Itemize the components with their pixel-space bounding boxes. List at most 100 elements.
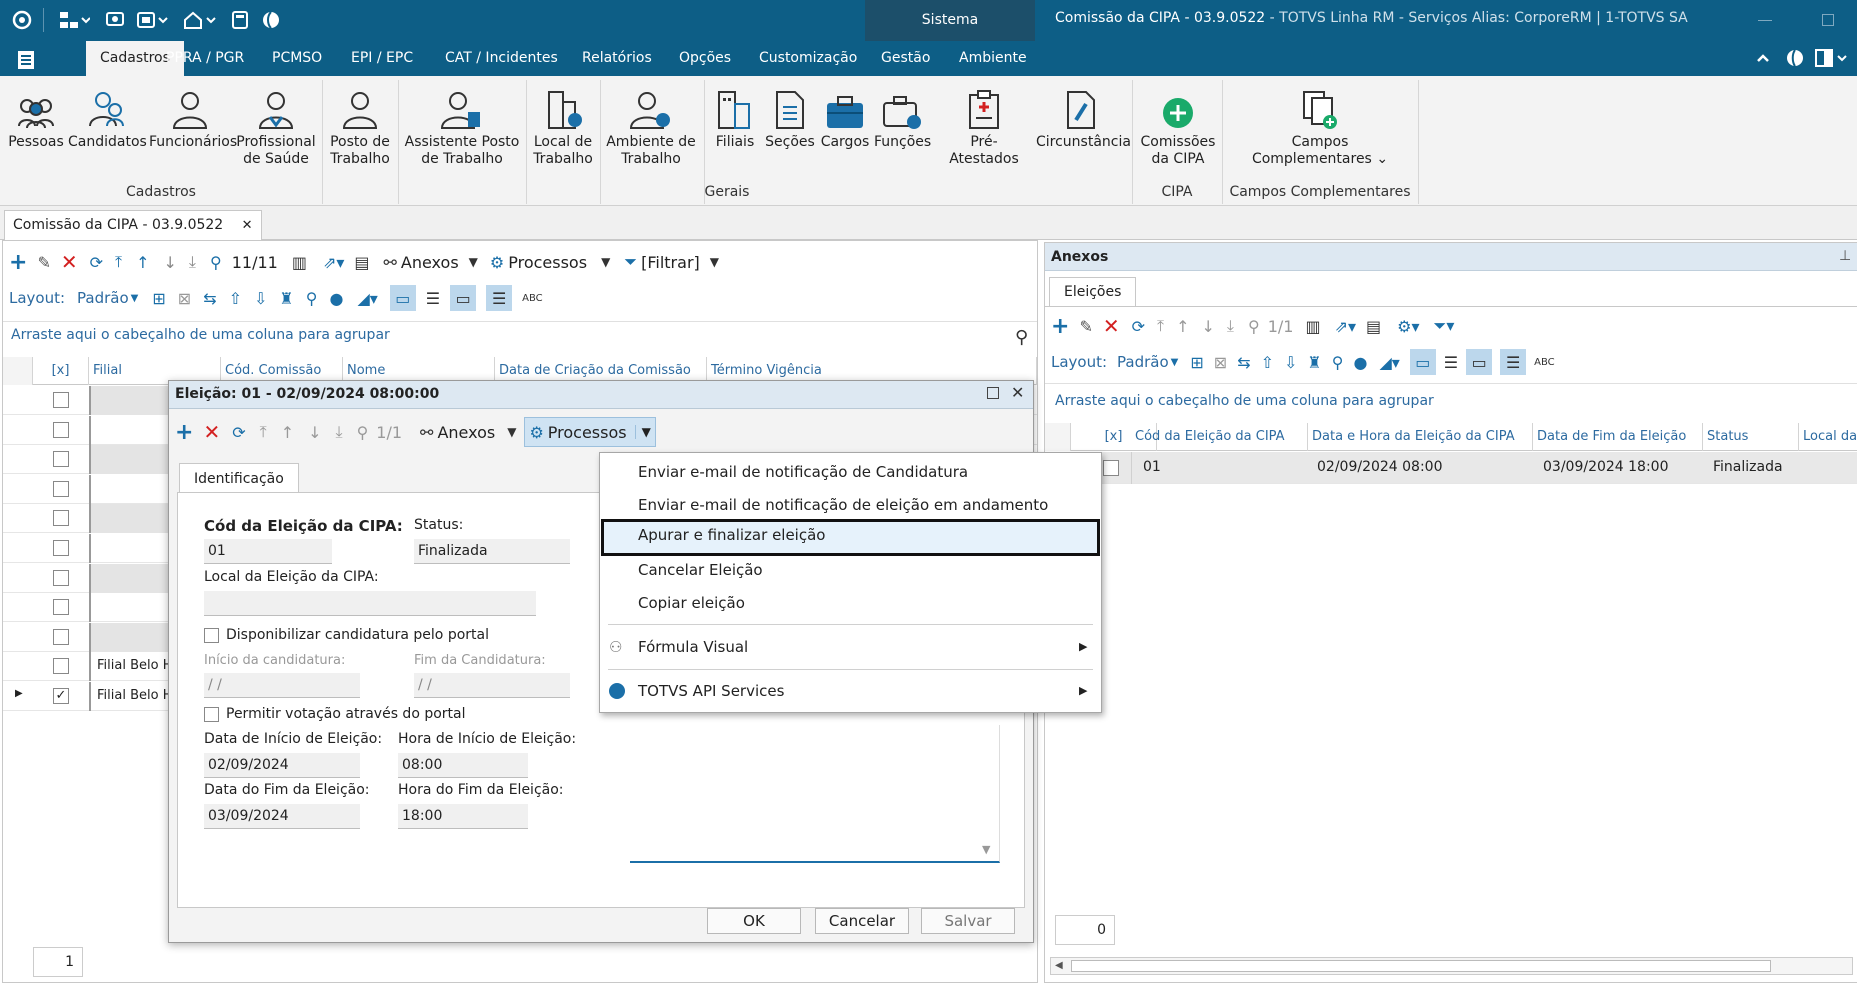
col-select[interactable]: [x] xyxy=(33,357,89,385)
view-detail-icon[interactable]: ▭ xyxy=(389,285,416,311)
search-icon[interactable]: ⚲ xyxy=(210,249,222,275)
anexos-refresh-icon[interactable]: ⟳ xyxy=(1132,313,1145,339)
notes-textarea[interactable]: ▼ xyxy=(630,725,1000,863)
ribbon-secoes-button[interactable]: Seções xyxy=(764,86,816,151)
gear-icon[interactable]: ⚙ xyxy=(490,249,504,275)
menu-item-formula-visual[interactable]: ⚇ Fórmula Visual ▶ xyxy=(601,631,1100,663)
ok-button[interactable]: OK xyxy=(707,908,801,934)
anexos-layout-dropdown-icon[interactable]: ▼ xyxy=(1171,349,1179,375)
ribbon-assistente-posto-button[interactable]: Assistente Posto de Trabalho xyxy=(404,86,520,168)
abc-icon[interactable]: ABC xyxy=(522,285,543,311)
dialog-refresh-icon[interactable]: ⟳ xyxy=(232,419,245,445)
close-tab-icon[interactable]: ✕ xyxy=(242,218,253,233)
row-checkbox[interactable]: ✓ xyxy=(53,688,69,704)
anexos-button[interactable]: Anexos xyxy=(401,253,459,272)
menu-item-enviar-andamento[interactable]: Enviar e-mail de notificação de eleição … xyxy=(601,489,1100,521)
row-checkbox[interactable] xyxy=(53,599,69,616)
ribbon-filiais-button[interactable]: Filiais xyxy=(710,86,760,151)
fim-candidatura-field[interactable]: / / xyxy=(414,673,570,698)
disponibilizar-checkbox[interactable] xyxy=(204,628,219,647)
group-icon[interactable]: ⇆ xyxy=(203,285,216,311)
dialog-first-icon[interactable]: ⤒ xyxy=(260,419,267,445)
export-icon[interactable]: ⇗▾ xyxy=(323,249,344,275)
row-checkbox[interactable] xyxy=(53,451,69,468)
anexos-view-detail-icon[interactable]: ▭ xyxy=(1409,349,1436,375)
menu-item-totvs-api[interactable]: TOTVS API Services ▶ xyxy=(601,675,1100,707)
expand-all-icon[interactable]: ⊞ xyxy=(152,285,165,311)
dialog-processos-button[interactable]: ⚙ Processos ▼ xyxy=(524,417,656,447)
ribbon-pessoas-button[interactable]: Pessoas xyxy=(6,86,66,151)
chart-icon[interactable]: ◢▾ xyxy=(357,285,377,311)
paint-icon[interactable]: ♜ xyxy=(279,285,293,311)
tab-gestao[interactable]: Gestão xyxy=(881,41,930,76)
local-eleicao-field[interactable] xyxy=(204,591,536,616)
ribbon-pre-atestados-button[interactable]: Pré-Atestados xyxy=(936,86,1032,168)
row-checkbox[interactable] xyxy=(53,421,69,438)
dialog-processos-dropdown-icon[interactable]: ▼ xyxy=(634,425,651,439)
anexos-filter-icon[interactable]: ⏷▾ xyxy=(1434,313,1455,339)
ribbon-cargos-button[interactable]: Cargos xyxy=(818,86,872,151)
maximize-button[interactable] xyxy=(1822,14,1834,26)
globe-icon[interactable] xyxy=(261,10,281,30)
menu-item-copiar-eleicao[interactable]: Copiar eleição xyxy=(601,587,1100,619)
tab-identificacao[interactable]: Identificação xyxy=(179,463,299,493)
anexos-gear-icon[interactable]: ⚙▾ xyxy=(1397,313,1419,339)
anexos-col-status[interactable]: Status xyxy=(1703,423,1799,451)
permitir-votacao-checkbox[interactable] xyxy=(204,707,219,726)
row-checkbox[interactable] xyxy=(53,480,69,497)
calculator-icon[interactable] xyxy=(230,10,250,30)
dialog-prev-icon[interactable]: ↑ xyxy=(281,419,294,445)
processos-dropdown-icon[interactable]: ▼ xyxy=(601,249,610,275)
menu-item-cancelar-eleicao[interactable]: Cancelar Eleição xyxy=(601,554,1100,586)
ribbon-campos-complementares-button[interactable]: Campos Complementares ⌄ xyxy=(1250,86,1390,168)
ribbon-comissoes-cipa-button[interactable]: Comissões da CIPA xyxy=(1138,86,1218,168)
tab-ppra-pgr[interactable]: PPRA / PGR xyxy=(166,41,244,76)
add-icon[interactable]: + xyxy=(9,249,27,275)
ribbon-ambiente-trabalho-button[interactable]: Ambiente de Trabalho xyxy=(606,86,696,168)
paperclip-icon[interactable]: ⚯ xyxy=(384,249,397,275)
inicio-candidatura-field[interactable]: / / xyxy=(204,673,360,698)
tab-cat-incidentes[interactable]: CAT / Incidentes xyxy=(445,41,558,76)
row-checkbox[interactable] xyxy=(53,569,69,586)
next-record-icon[interactable]: ↓ xyxy=(164,249,177,275)
ribbon-local-trabalho-button[interactable]: Local de Trabalho xyxy=(532,86,594,168)
columns-view-icon[interactable]: ▥ xyxy=(292,249,307,275)
anexos-layout-select[interactable]: Padrão xyxy=(1117,353,1169,371)
home-icon[interactable] xyxy=(183,10,219,30)
hora-inicio-field[interactable]: 08:00 xyxy=(398,753,528,778)
report-icon[interactable]: ▤ xyxy=(354,249,369,275)
row-checkbox[interactable] xyxy=(53,392,69,408)
minimize-button[interactable] xyxy=(1758,20,1772,21)
grid-search-icon[interactable]: ⚲ xyxy=(1015,327,1028,348)
status-field[interactable]: Finalizada xyxy=(414,539,570,564)
anexos-view-split-icon[interactable]: ☰ xyxy=(1444,349,1458,375)
anexos-view-rows-icon[interactable]: ☰ xyxy=(1500,349,1527,375)
tab-pcmso[interactable]: PCMSO xyxy=(272,41,322,76)
data-fim-field[interactable]: 03/09/2024 xyxy=(204,804,360,829)
anexos-search-icon[interactable]: ⚲ xyxy=(1248,313,1260,339)
edit-icon[interactable]: ✎ xyxy=(37,249,50,275)
move-up-icon[interactable]: ⇧ xyxy=(229,285,242,311)
menu-item-enviar-candidatura[interactable]: Enviar e-mail de notificação de Candidat… xyxy=(601,456,1100,488)
dialog-delete-icon[interactable]: ✕ xyxy=(203,419,220,445)
anexos-col-local[interactable]: Local da xyxy=(1799,423,1857,451)
anexos-export-icon[interactable]: ⇗▾ xyxy=(1335,313,1356,339)
dialog-search-icon[interactable]: ⚲ xyxy=(357,419,369,445)
tab-ambiente[interactable]: Ambiente xyxy=(959,41,1027,76)
filter-icon[interactable]: ⏷ xyxy=(624,249,637,275)
scrollbar-thumb[interactable] xyxy=(1071,960,1771,972)
filter-button[interactable]: [Filtrar] xyxy=(641,253,700,272)
anexos-last-icon[interactable]: ⤓ xyxy=(1227,313,1234,339)
anexos-col-cod[interactable]: Cód da Eleição da CIPA xyxy=(1131,423,1308,451)
dialog-close-button[interactable]: ✕ xyxy=(1011,383,1024,402)
ribbon-posto-trabalho-button[interactable]: Posto de Trabalho xyxy=(328,86,392,168)
scroll-left-icon[interactable]: ◀ xyxy=(1055,960,1063,971)
network-icon[interactable] xyxy=(58,10,90,30)
tab-eleicoes[interactable]: Eleições xyxy=(1049,277,1137,307)
dialog-anexos-button[interactable]: Anexos xyxy=(437,423,495,442)
row-checkbox[interactable] xyxy=(53,658,69,675)
anexos-chart-icon[interactable]: ◢▾ xyxy=(1379,349,1399,375)
page-number-field[interactable]: 1 xyxy=(33,947,83,977)
tab-epi-epc[interactable]: EPI / EPC xyxy=(351,41,413,76)
ribbon-candidatos-button[interactable]: Candidatos xyxy=(68,86,147,151)
